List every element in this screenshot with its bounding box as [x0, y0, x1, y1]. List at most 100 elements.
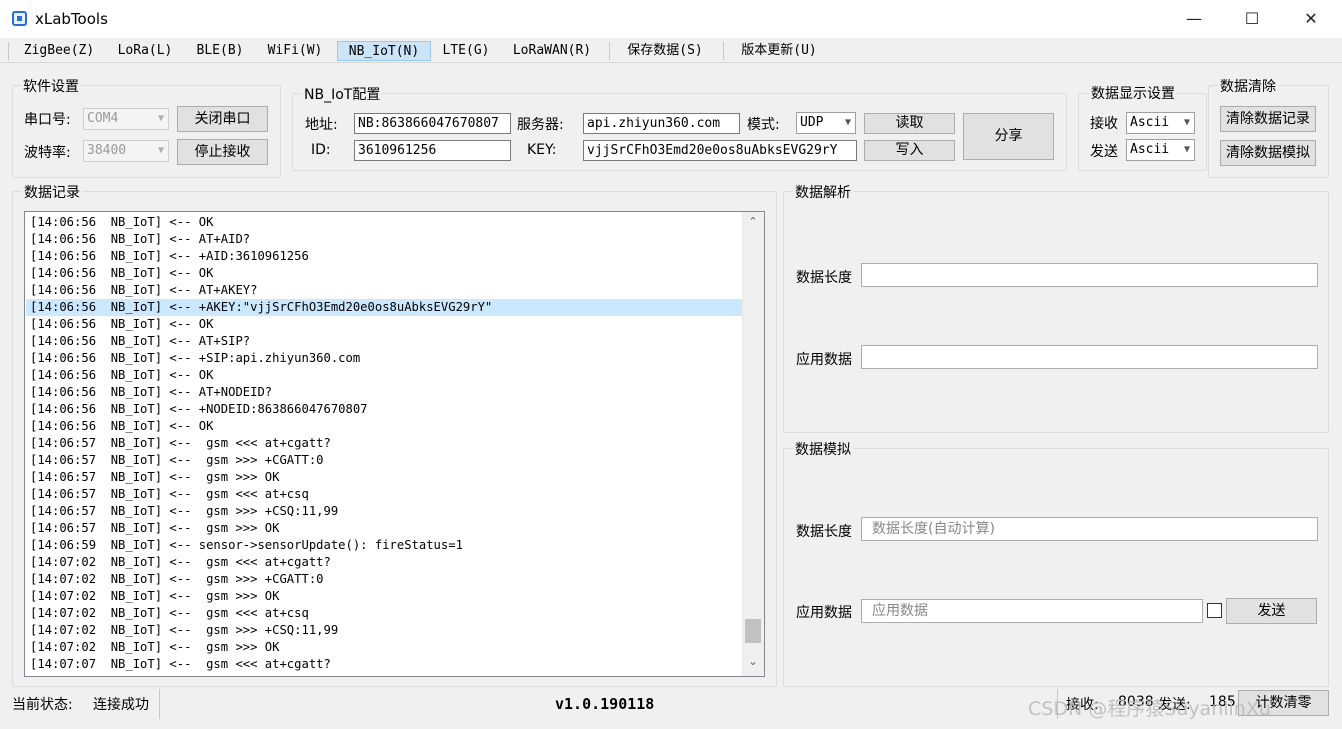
menu-lte[interactable]: LTE(G): [436, 41, 496, 61]
state-value: 连接成功: [93, 697, 149, 713]
menu-version-update[interactable]: 版本更新(U): [731, 41, 827, 61]
id-field[interactable]: 3610961256: [354, 140, 511, 161]
display-settings-title: 数据显示设置: [1089, 83, 1177, 103]
log-line[interactable]: [14:06:57 NB_IoT] <-- gsm >>> +CSQ:11,99: [30, 503, 338, 520]
log-line[interactable]: [14:06:56 NB_IoT] <-- AT+AID?: [30, 231, 250, 248]
parse-length-label: 数据长度: [796, 270, 852, 286]
chevron-down-icon: ▼: [844, 117, 851, 128]
log-line[interactable]: [14:07:02 NB_IoT] <-- gsm >>> +CGATT:0: [30, 571, 324, 588]
key-field[interactable]: vjjSrCFhO3Emd20e0os8uAbksEVG29rY: [583, 140, 857, 161]
log-line[interactable]: [14:06:57 NB_IoT] <-- gsm <<< at+cgatt?: [30, 435, 331, 452]
clear-simulation-button[interactable]: 清除数据模拟: [1220, 140, 1316, 166]
receive-format-label: 接收: [1090, 116, 1118, 132]
receive-format-select[interactable]: Ascii ▼: [1126, 112, 1195, 134]
address-field[interactable]: NB:863866047670807: [354, 113, 511, 134]
log-line[interactable]: [14:06:57 NB_IoT] <-- gsm >>> OK: [30, 469, 279, 486]
scroll-thumb[interactable]: [745, 619, 761, 643]
mode-select[interactable]: UDP ▼: [796, 112, 856, 134]
log-line[interactable]: [14:06:56 NB_IoT] <-- AT+AKEY?: [30, 282, 257, 299]
parse-app-data-field[interactable]: [861, 345, 1318, 369]
baud-value: 38400: [87, 143, 127, 158]
log-line[interactable]: [14:06:57 NB_IoT] <-- gsm <<< at+csq: [30, 486, 309, 503]
status-separator: [159, 689, 160, 719]
log-line[interactable]: [14:06:56 NB_IoT] <-- OK: [30, 265, 213, 282]
log-line[interactable]: [14:06:56 NB_IoT] <-- +AID:3610961256: [30, 248, 309, 265]
port-value: COM4: [87, 111, 119, 126]
version-label: v1.0.190118: [555, 695, 655, 713]
log-line[interactable]: [14:06:56 NB_IoT] <-- +NODEID:8638660476…: [30, 401, 368, 418]
log-line[interactable]: [14:06:57 NB_IoT] <-- gsm >>> +CGATT:0: [30, 452, 324, 469]
log-line[interactable]: [14:06:56 NB_IoT] <-- +AKEY:"vjjSrCFhO3E…: [26, 299, 743, 316]
log-line[interactable]: [14:06:56 NB_IoT] <-- +SIP:api.zhiyun360…: [30, 350, 360, 367]
data-parse-group: [783, 191, 1329, 433]
title-bar: [0, 0, 1342, 38]
send-button[interactable]: 发送: [1226, 598, 1317, 624]
write-button[interactable]: 写入: [864, 140, 955, 161]
port-select[interactable]: COM4 ▼: [83, 108, 169, 130]
menu-wifi[interactable]: WiFi(W): [260, 41, 330, 61]
mode-label: 模式:: [747, 117, 780, 133]
server-label: 服务器:: [517, 117, 564, 133]
menu-separator: [723, 42, 724, 60]
share-button[interactable]: 分享: [963, 113, 1054, 160]
read-button[interactable]: 读取: [864, 113, 955, 134]
port-label: 串口号:: [24, 112, 71, 128]
log-line[interactable]: [14:07:02 NB_IoT] <-- gsm <<< at+csq: [30, 605, 309, 622]
close-port-button[interactable]: 关闭串口: [177, 106, 268, 132]
scroll-down-icon[interactable]: ⌄: [742, 655, 764, 668]
data-parse-title: 数据解析: [793, 182, 853, 202]
menu-lora[interactable]: LoRa(L): [110, 41, 180, 61]
menu-ble[interactable]: BLE(B): [189, 41, 251, 61]
window-title: xLabTools: [35, 10, 108, 28]
log-line[interactable]: [14:06:56 NB_IoT] <-- OK: [30, 367, 213, 384]
data-simulation-group: [783, 448, 1329, 687]
log-line[interactable]: [14:07:02 NB_IoT] <-- gsm >>> OK: [30, 588, 279, 605]
data-simulation-title: 数据模拟: [793, 439, 853, 459]
menu-separator: [609, 42, 610, 60]
data-clear-title: 数据清除: [1218, 76, 1278, 96]
sim-app-data-label: 应用数据: [796, 605, 852, 621]
stop-receive-button[interactable]: 停止接收: [177, 139, 268, 165]
sim-app-data-field[interactable]: 应用数据: [861, 599, 1203, 623]
id-label: ID:: [311, 142, 331, 158]
log-line[interactable]: [14:06:56 NB_IoT] <-- OK: [30, 214, 213, 231]
receive-format-value: Ascii: [1130, 115, 1170, 130]
log-line[interactable]: [14:06:56 NB_IoT] <-- AT+NODEID?: [30, 384, 272, 401]
close-button[interactable]: ✕: [1282, 0, 1340, 38]
key-label: KEY:: [527, 142, 557, 158]
baud-select[interactable]: 38400 ▼: [83, 140, 169, 162]
server-field[interactable]: api.zhiyun360.com: [583, 113, 740, 134]
chevron-down-icon: ▼: [157, 113, 164, 124]
log-line[interactable]: [14:07:07 NB_IoT] <-- gsm <<< at+cgatt?: [30, 656, 331, 673]
log-scrollbar[interactable]: [742, 212, 764, 676]
scroll-up-icon[interactable]: ⌃: [742, 215, 764, 228]
log-line[interactable]: [14:06:56 NB_IoT] <-- AT+SIP?: [30, 333, 250, 350]
data-log-title: 数据记录: [22, 182, 82, 202]
log-line[interactable]: [14:06:57 NB_IoT] <-- gsm >>> OK: [30, 520, 279, 537]
parse-app-data-label: 应用数据: [796, 352, 852, 368]
menu-lorawan[interactable]: LoRaWAN(R): [505, 41, 599, 61]
log-line[interactable]: [14:07:02 NB_IoT] <-- gsm <<< at+cgatt?: [30, 554, 331, 571]
log-line[interactable]: [14:06:56 NB_IoT] <-- OK: [30, 316, 213, 333]
minimize-button[interactable]: —: [1165, 0, 1223, 38]
menu-nbiot[interactable]: NB_IoT(N): [337, 41, 431, 61]
address-label: 地址:: [305, 117, 338, 133]
send-format-select[interactable]: Ascii ▼: [1126, 139, 1195, 161]
hex-checkbox[interactable]: [1207, 603, 1222, 618]
menu-zigbee[interactable]: ZigBee(Z): [17, 41, 101, 61]
software-settings-title: 软件设置: [21, 76, 81, 96]
log-line[interactable]: [14:06:59 NB_IoT] <-- sensor->sensorUpda…: [30, 537, 463, 554]
data-log-list[interactable]: [14:06:56 NB_IoT] <-- OK [14:06:56 NB_IoT…: [24, 211, 765, 677]
app-icon: [12, 11, 27, 26]
menu-save-data[interactable]: 保存数据(S): [617, 41, 713, 61]
log-line[interactable]: [14:06:56 NB_IoT] <-- OK: [30, 418, 213, 435]
menu-grip: [8, 42, 9, 60]
sim-length-field[interactable]: 数据长度(自动计算): [861, 517, 1318, 541]
chevron-down-icon: ▼: [1183, 144, 1190, 155]
maximize-button[interactable]: ☐: [1223, 0, 1281, 38]
log-line[interactable]: [14:07:02 NB_IoT] <-- gsm >>> +CSQ:11,99: [30, 622, 338, 639]
log-line[interactable]: [14:07:02 NB_IoT] <-- gsm >>> OK: [30, 639, 279, 656]
parse-length-field[interactable]: [861, 263, 1318, 287]
watermark: CSDN @程序猿SuyanlinXu: [1028, 698, 1271, 720]
clear-records-button[interactable]: 清除数据记录: [1220, 106, 1316, 132]
